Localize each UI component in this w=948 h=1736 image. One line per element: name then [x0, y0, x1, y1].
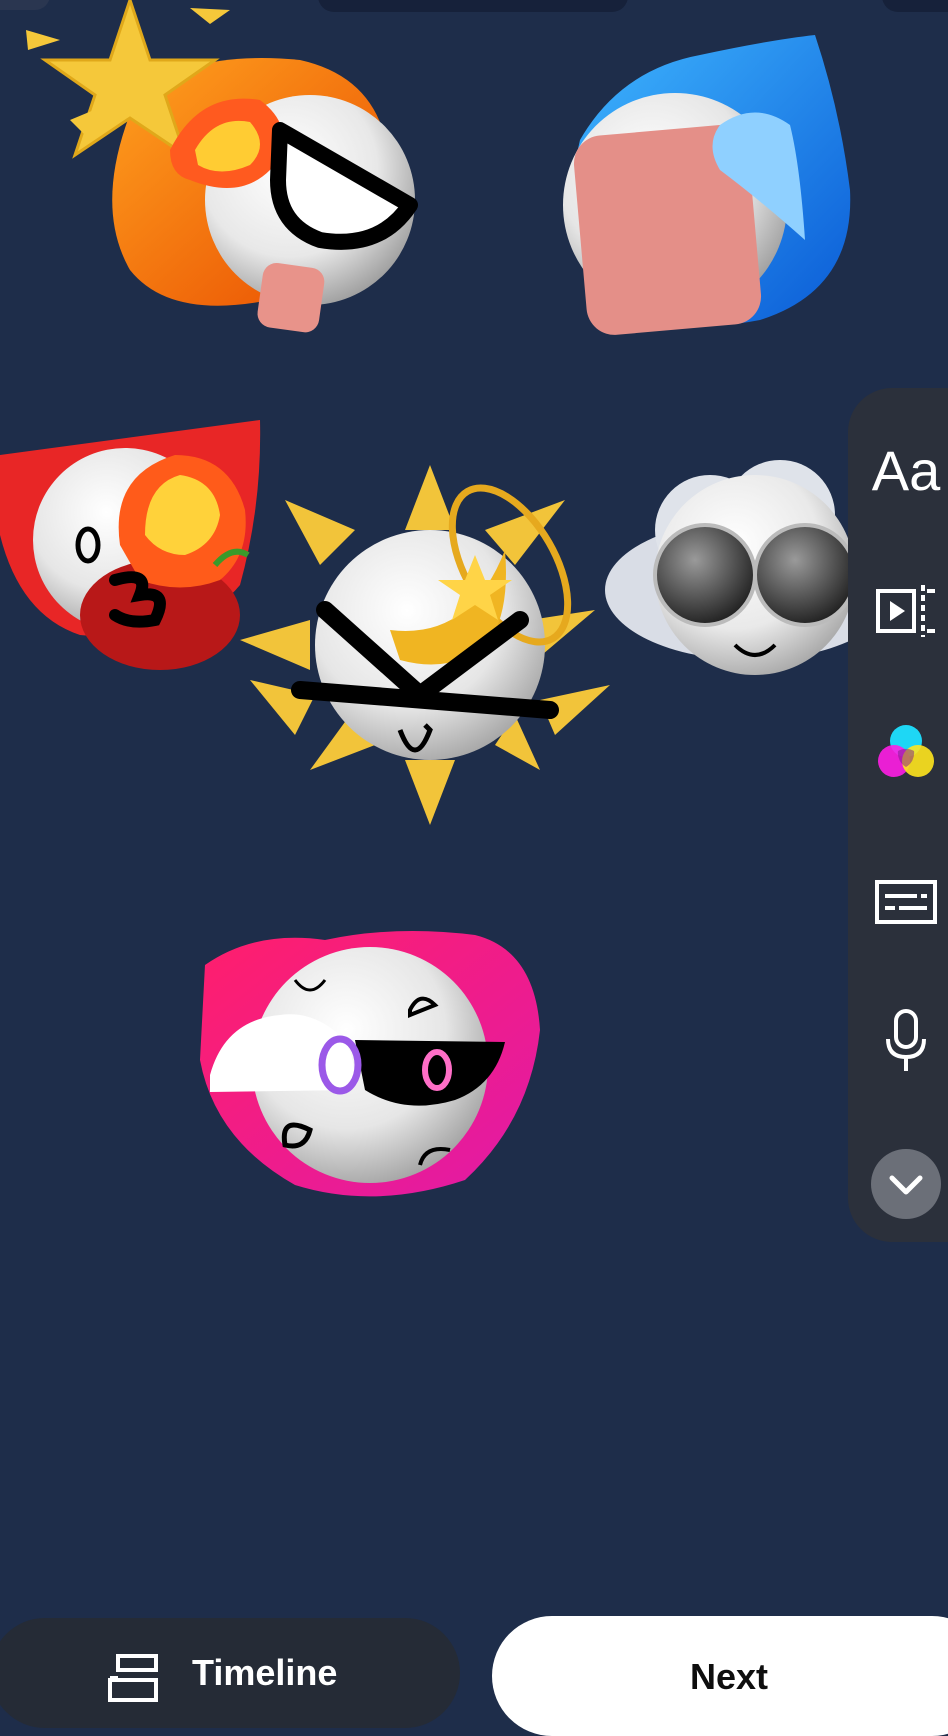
text-tool-label: Aa — [871, 438, 941, 502]
voiceover-tool-button[interactable] — [870, 1008, 942, 1074]
water-drop-emoji[interactable] — [540, 30, 870, 340]
microphone-icon — [886, 1009, 926, 1071]
tool-rail — [848, 388, 948, 1242]
clip-trim-icon — [876, 585, 935, 637]
timeline-label: Timeline — [192, 1652, 338, 1693]
captions-tool-button[interactable] — [870, 872, 942, 932]
pink-heart-emoji[interactable] — [195, 920, 555, 1210]
color-filter-icon — [878, 725, 934, 777]
red-fire-emoji[interactable] — [0, 415, 270, 675]
color-tool-button[interactable] — [870, 718, 942, 788]
editor-canvas[interactable] — [0, 0, 948, 1686]
chevron-down-icon — [871, 1149, 941, 1219]
text-tool-button[interactable]: Aa — [870, 430, 942, 510]
timeline-icon — [108, 1654, 158, 1702]
top-right-control[interactable] — [882, 0, 948, 12]
star-fire-emoji[interactable] — [20, 0, 440, 360]
next-label: Next — [690, 1656, 769, 1697]
clip-tool-button[interactable] — [870, 578, 942, 644]
collapse-tools-button[interactable] — [870, 1148, 942, 1220]
sun-star-emoji[interactable] — [240, 460, 620, 830]
captions-icon — [875, 880, 937, 924]
